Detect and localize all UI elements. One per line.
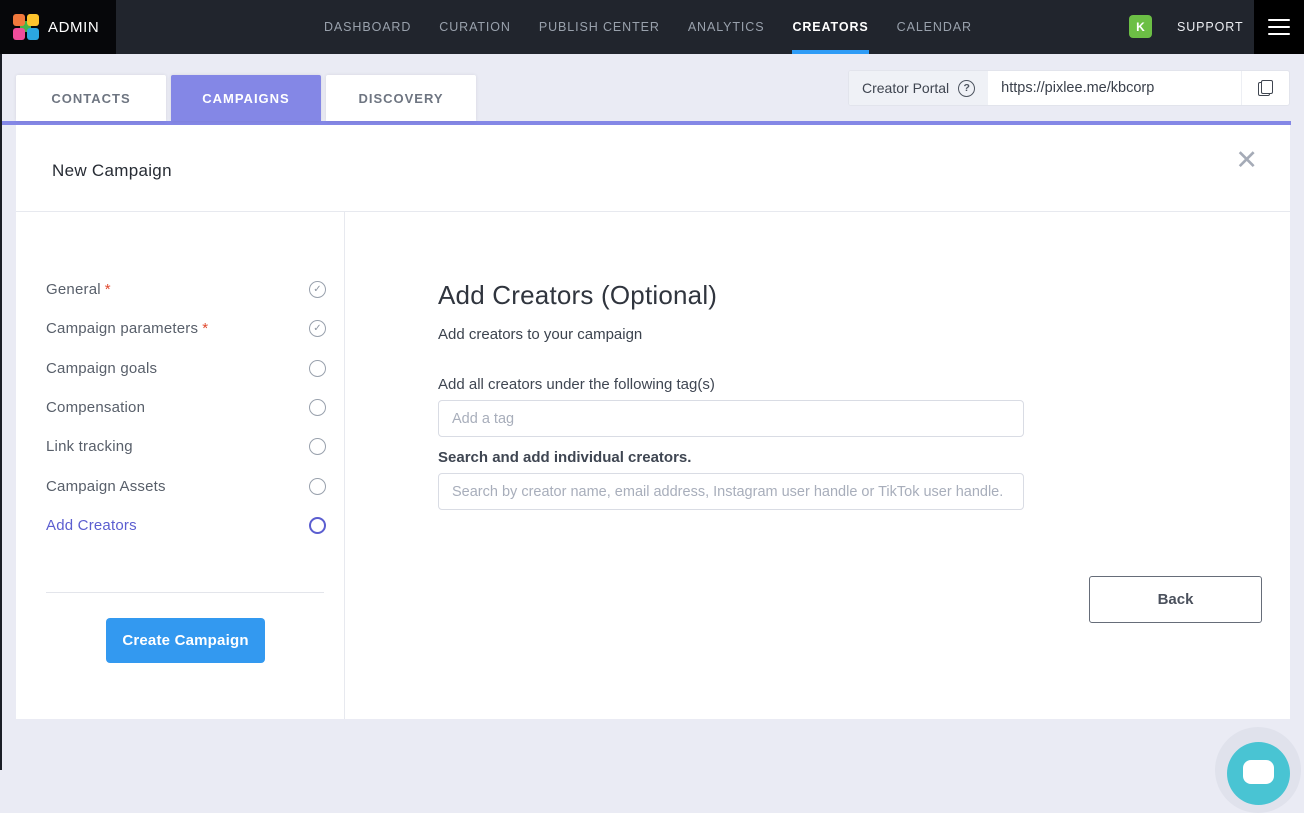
step-compensation[interactable]: Compensation xyxy=(46,388,326,427)
step-todo-icon xyxy=(309,478,326,495)
nav-item-calendar[interactable]: CALENDAR xyxy=(897,0,972,54)
step-label: General xyxy=(46,281,101,298)
tab-contacts[interactable]: CONTACTS xyxy=(16,75,166,121)
step-todo-icon xyxy=(309,438,326,455)
tag-field-label: Add all creators under the following tag… xyxy=(438,376,715,393)
top-nav: ADMIN DASHBOARD CURATION PUBLISH CENTER … xyxy=(0,0,1304,54)
step-todo-icon xyxy=(309,360,326,377)
step-active-icon xyxy=(309,517,326,534)
nav-item-creators[interactable]: CREATORS xyxy=(792,0,868,54)
nav-item-curation[interactable]: CURATION xyxy=(439,0,511,54)
brand-label: ADMIN xyxy=(48,19,99,36)
brand-area[interactable]: ADMIN xyxy=(0,0,116,54)
creator-search-input[interactable] xyxy=(438,473,1024,510)
support-link[interactable]: SUPPORT xyxy=(1177,0,1244,54)
screen-edge-line xyxy=(0,54,2,770)
step-done-icon: ✓ xyxy=(309,320,326,337)
help-question-icon[interactable]: ? xyxy=(958,80,975,97)
step-done-icon: ✓ xyxy=(309,281,326,298)
nav-menu: DASHBOARD CURATION PUBLISH CENTER ANALYT… xyxy=(324,0,972,54)
chat-icon xyxy=(1243,760,1274,784)
step-label: Campaign goals xyxy=(46,360,157,377)
step-general[interactable]: General* ✓ xyxy=(46,270,326,309)
panel-subheading: Add creators to your campaign xyxy=(438,326,642,343)
step-campaign-assets[interactable]: Campaign Assets xyxy=(46,466,326,505)
chat-widget-button[interactable] xyxy=(1227,742,1290,805)
pixlee-logo-icon xyxy=(13,14,39,40)
panel-heading: Add Creators (Optional) xyxy=(438,280,717,311)
creator-portal-url[interactable]: https://pixlee.me/kbcorp xyxy=(988,71,1241,105)
nav-item-analytics[interactable]: ANALYTICS xyxy=(688,0,765,54)
modal-header: New Campaign ✕ xyxy=(16,125,1290,212)
hamburger-menu-icon[interactable] xyxy=(1254,0,1304,54)
copy-url-button[interactable] xyxy=(1241,71,1289,105)
creator-portal-label: Creator Portal xyxy=(862,80,949,96)
tab-campaigns[interactable]: CAMPAIGNS xyxy=(171,75,321,121)
creator-portal-widget: Creator Portal ? https://pixlee.me/kbcor… xyxy=(848,70,1290,106)
steps-list: General* ✓ Campaign parameters* ✓ Campai… xyxy=(46,270,326,545)
required-marker: * xyxy=(105,281,111,298)
search-field-label: Search and add individual creators. xyxy=(438,449,691,466)
step-campaign-goals[interactable]: Campaign goals xyxy=(46,349,326,388)
creator-portal-label-area: Creator Portal ? xyxy=(849,71,988,105)
step-label: Add Creators xyxy=(46,517,137,534)
step-add-creators[interactable]: Add Creators xyxy=(46,506,326,545)
step-label: Compensation xyxy=(46,399,145,416)
step-label: Campaign parameters xyxy=(46,320,198,337)
tab-discovery[interactable]: DISCOVERY xyxy=(326,75,476,121)
step-label: Campaign Assets xyxy=(46,478,166,495)
back-button[interactable]: Back xyxy=(1089,576,1262,623)
add-creators-panel: Add Creators (Optional) Add creators to … xyxy=(346,212,1290,719)
user-avatar[interactable]: K xyxy=(1129,15,1152,38)
sidebar-divider xyxy=(46,592,324,593)
step-todo-icon xyxy=(309,399,326,416)
tag-input[interactable] xyxy=(438,400,1024,437)
nav-item-dashboard[interactable]: DASHBOARD xyxy=(324,0,411,54)
modal-title: New Campaign xyxy=(52,161,172,181)
campaign-steps-sidebar: General* ✓ Campaign parameters* ✓ Campai… xyxy=(16,212,345,719)
new-campaign-modal: New Campaign ✕ General* ✓ Campaign param… xyxy=(16,125,1290,719)
step-link-tracking[interactable]: Link tracking xyxy=(46,427,326,466)
close-icon[interactable]: ✕ xyxy=(1235,147,1258,174)
create-campaign-button[interactable]: Create Campaign xyxy=(106,618,265,663)
required-marker: * xyxy=(202,320,208,337)
copy-icon xyxy=(1258,80,1273,96)
section-tabs: CONTACTS CAMPAIGNS DISCOVERY xyxy=(16,75,476,121)
step-campaign-parameters[interactable]: Campaign parameters* ✓ xyxy=(46,309,326,348)
step-label: Link tracking xyxy=(46,438,133,455)
nav-item-publish-center[interactable]: PUBLISH CENTER xyxy=(539,0,660,54)
tabs-underline xyxy=(2,121,1291,125)
